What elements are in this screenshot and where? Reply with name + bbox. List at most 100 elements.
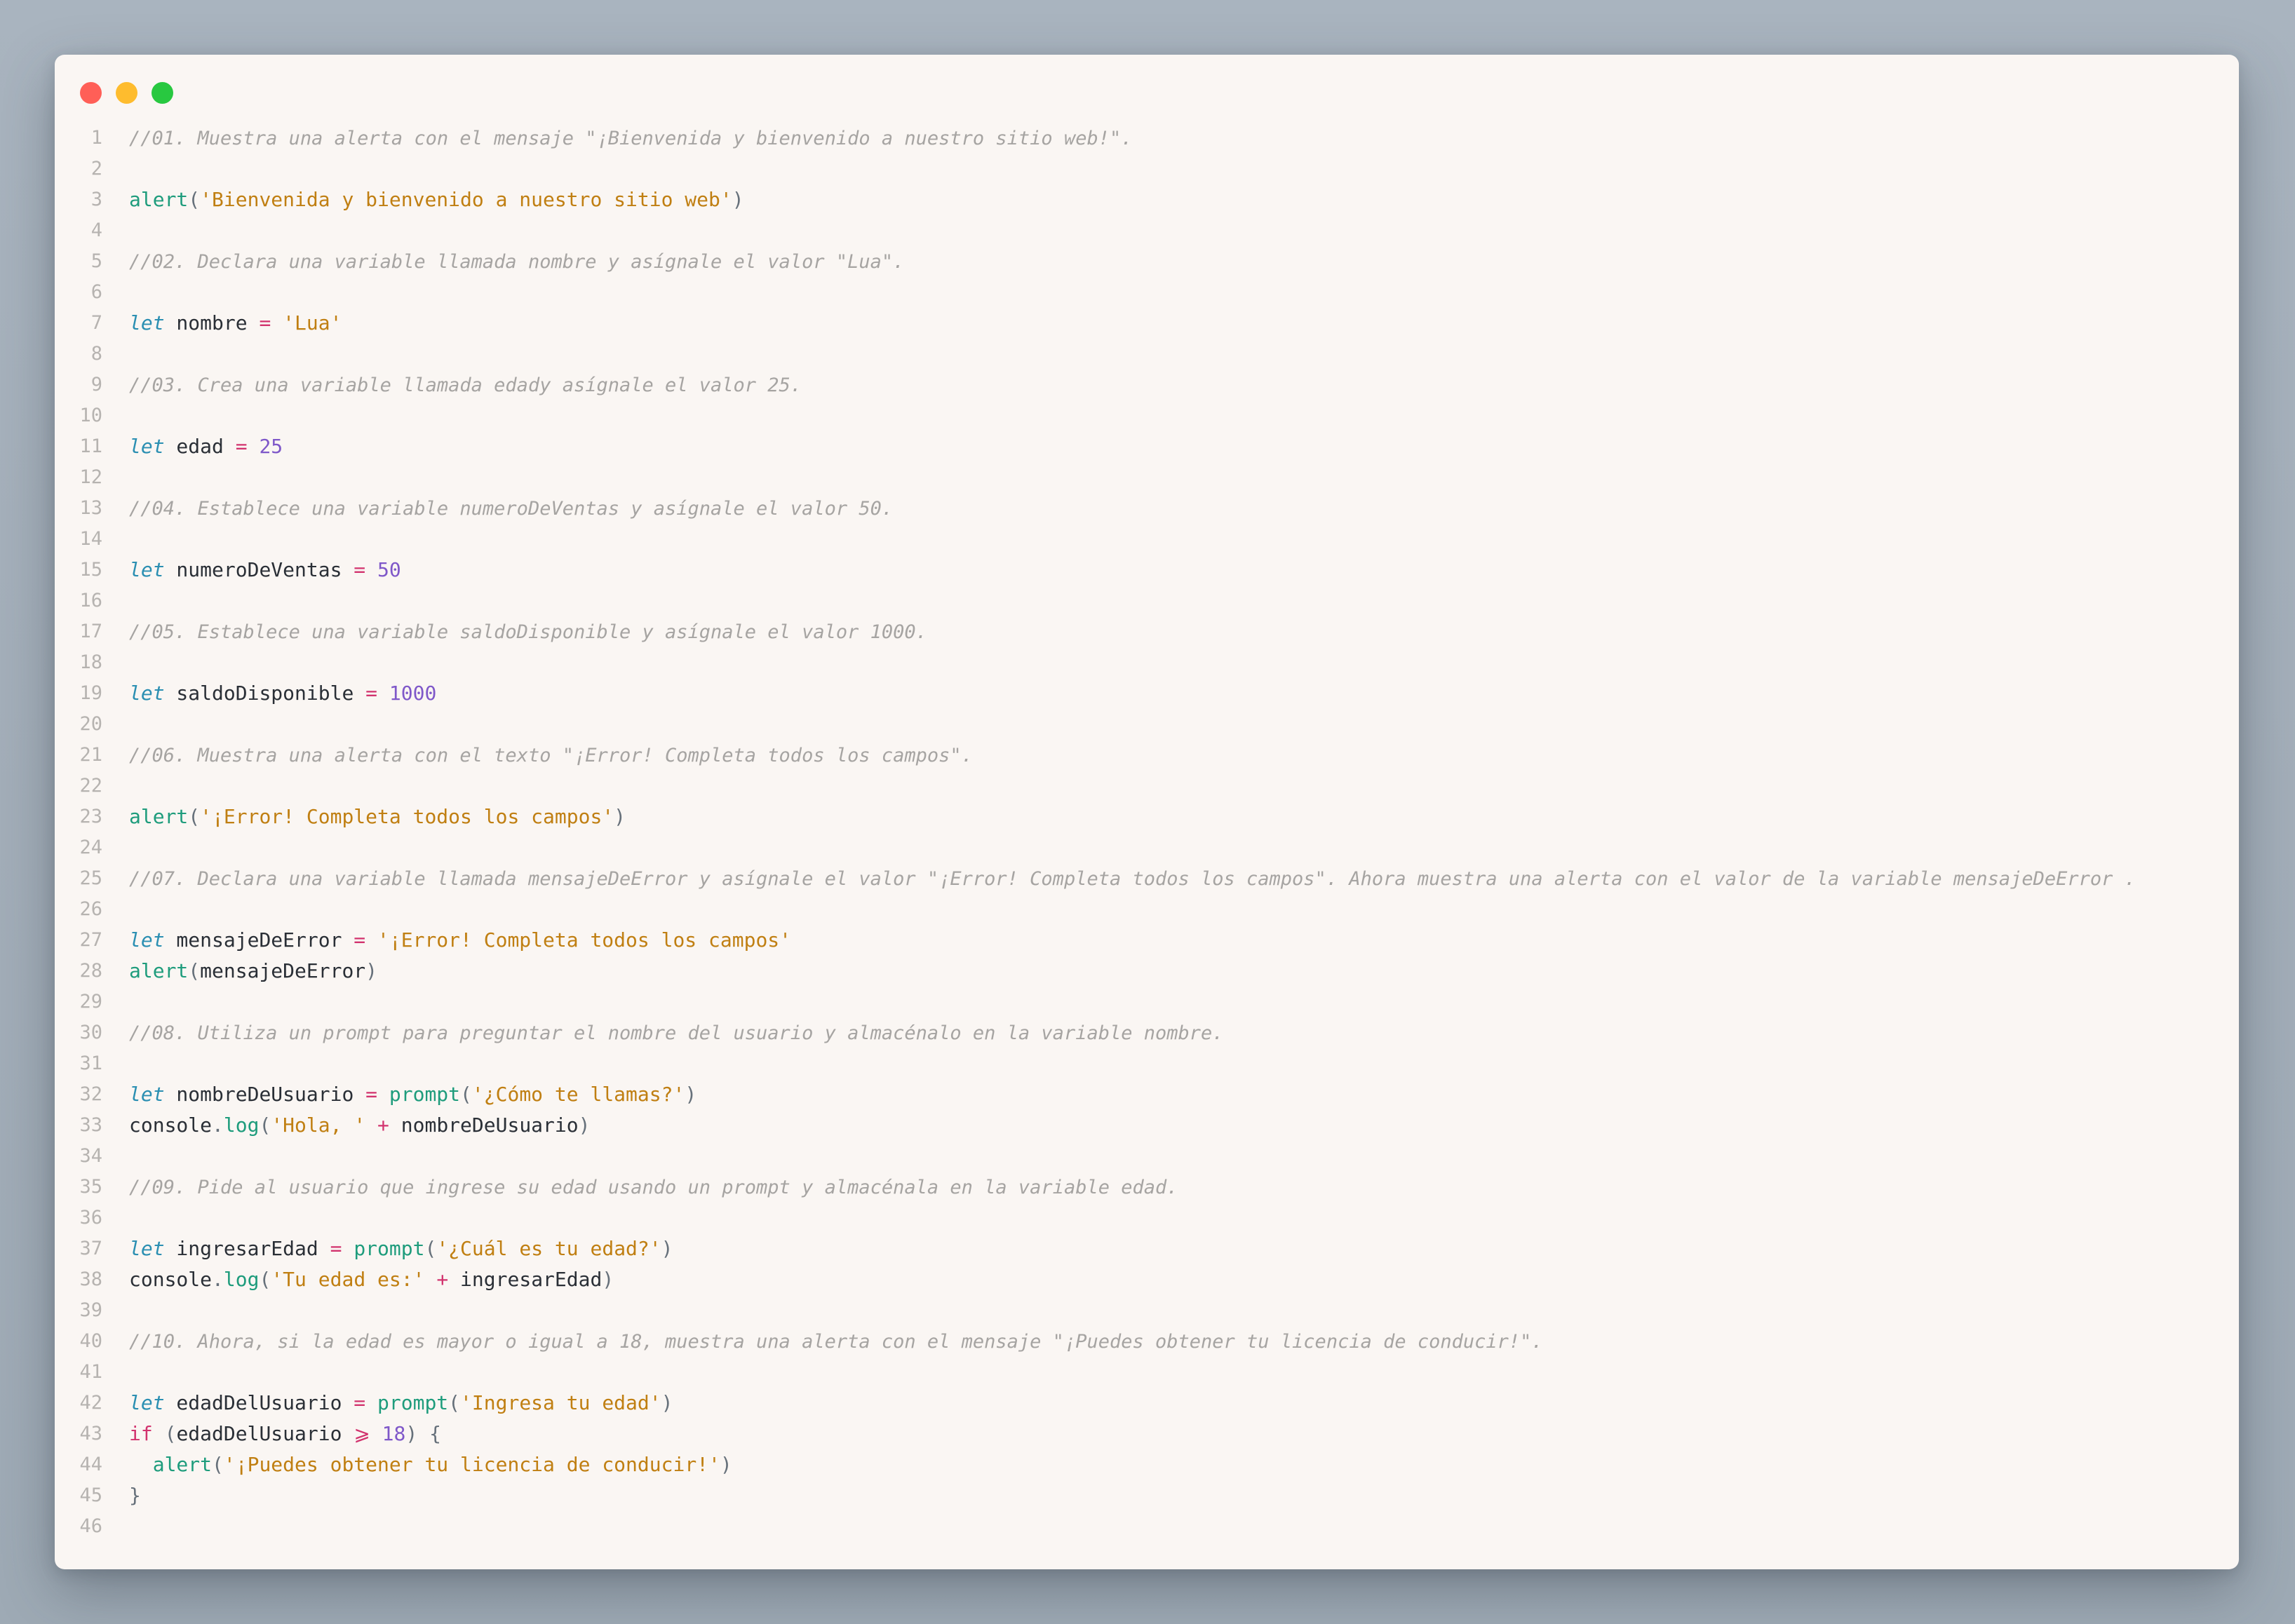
code-line[interactable]: 33 console.log('Hola, ' + nombreDeUsuario… [55,1109,2239,1140]
identifier-token: mensajeDeError [164,928,354,952]
code-line[interactable]: 36 [55,1202,2239,1233]
line-source: alert('¡Error! Completa todos los campos… [102,805,626,828]
line-number: 4 [90,219,102,241]
code-line[interactable]: 23 alert('¡Error! Completa todos los camp… [55,801,2239,832]
identifier-token: console [129,1113,213,1137]
identifier-token: edadDelUsuario [164,1390,354,1414]
identifier-token [377,1083,389,1106]
punctuation-token: ) [405,1421,418,1445]
number-token: 50 [377,557,401,581]
code-line[interactable]: 22 [55,770,2239,801]
code-line[interactable]: 43 if (edadDelUsuario ⩾ 18) { [55,1418,2239,1449]
line-number: 37 [79,1237,102,1259]
punctuation-token: ( [259,1113,271,1137]
number-token: 1000 [389,681,437,705]
code-line[interactable]: 45} [55,1480,2239,1510]
punctuation-token: . [212,1113,224,1137]
code-comment: //04. Establece una variable numeroDeVen… [129,497,894,520]
code-comment: //03. Crea una variable llamada edady as… [129,374,802,396]
code-line[interactable]: 1 //01. Muestra una alerta con el mensaje… [55,122,2239,153]
line-source: alert('¡Puedes obtener tu licencia de co… [102,1453,732,1476]
line-source: let nombre = 'Lua' [102,311,342,334]
code-line[interactable]: 35 //09. Pide al usuario que ingrese su e… [55,1171,2239,1202]
code-line[interactable]: 16 [55,585,2239,616]
code-line[interactable]: 27 let mensajeDeError = '¡Error! Completa… [55,924,2239,955]
line-number: 28 [79,959,102,982]
line-number: 35 [79,1175,102,1198]
code-line[interactable]: 30 //08. Utiliza un prompt para preguntar… [55,1017,2239,1048]
code-line[interactable]: 14 [55,523,2239,554]
line-number: 5 [90,250,102,272]
line-number: 44 [79,1453,102,1475]
punctuation-token: . [212,1267,224,1291]
keyword-token: let [129,1236,165,1260]
code-line[interactable]: 39 [55,1294,2239,1325]
line-source: console.log('Hola, ' + nombreDeUsuario) [102,1114,590,1137]
identifier-token [424,1268,436,1291]
line-number: 17 [79,620,102,642]
code-line[interactable]: 20 [55,708,2239,739]
code-line[interactable]: 25 //07. Declara una variable llamada men… [55,862,2239,893]
code-line[interactable]: 4 [55,215,2239,245]
code-line[interactable]: 46 [55,1510,2239,1541]
code-line[interactable]: 32 let nombreDeUsuario = prompt('¿Cómo te… [55,1078,2239,1109]
code-line[interactable]: 17 //05. Establece una variable saldoDisp… [55,616,2239,647]
line-number: 19 [79,682,102,704]
code-line[interactable]: 37 let ingresarEdad = prompt('¿Cuál es tu… [55,1233,2239,1264]
code-line[interactable]: 7 let nombre = 'Lua' [55,307,2239,338]
code-line[interactable]: 11 let edad = 25 [55,431,2239,461]
code-line[interactable]: 28 alert(mensajeDeError) [55,955,2239,986]
punctuation-token: ) [685,1082,697,1106]
line-number: 16 [79,589,102,611]
code-line[interactable]: 19 let saldoDisponible = 1000 [55,677,2239,708]
code-line[interactable]: 31 [55,1048,2239,1078]
code-line[interactable]: 44 alert('¡Puedes obtener tu licencia de… [55,1449,2239,1480]
code-line[interactable]: 42 let edadDelUsuario = prompt('Ingresa t… [55,1387,2239,1418]
line-source: console.log('Tu edad es:' + ingresarEdad… [102,1268,614,1291]
identifier-token [248,435,260,458]
string-token: 'Bienvenida y bienvenido a nuestro sitio… [200,187,732,211]
identifier-token: nombre [164,311,260,334]
identifier-token: ingresarEdad [448,1267,603,1291]
code-line[interactable]: 40 //10. Ahora, si la edad es mayor o igu… [55,1325,2239,1356]
punctuation-token: { [429,1421,441,1445]
punctuation-token: ) [661,1390,673,1414]
code-line[interactable]: 2 [55,153,2239,184]
line-number: 7 [90,311,102,334]
line-number: 2 [90,157,102,180]
code-line[interactable]: 15 let numeroDeVentas = 50 [55,554,2239,585]
line-source: if (edadDelUsuario ⩾ 18) { [102,1422,441,1445]
code-line[interactable]: 38 console.log('Tu edad es:' + ingresarEd… [55,1264,2239,1294]
code-line[interactable]: 24 [55,832,2239,862]
code-comment: //01. Muestra una alerta con el mensaje … [129,127,1133,149]
code-line[interactable]: 9 //03. Crea una variable llamada edady a… [55,369,2239,400]
code-editor[interactable]: 1 //01. Muestra una alerta con el mensaje… [55,122,2239,1541]
zoom-button[interactable] [152,82,173,104]
code-line[interactable]: 10 [55,400,2239,431]
code-line[interactable]: 41 [55,1356,2239,1387]
code-line[interactable]: 13 //04. Establece una variable numeroDeV… [55,492,2239,523]
identifier-token [129,1453,153,1476]
keyword-token: let [129,681,165,705]
code-line[interactable]: 34 [55,1140,2239,1171]
line-source: let mensajeDeError = '¡Error! Completa t… [102,928,791,952]
punctuation-token: ) [614,804,626,828]
code-line[interactable]: 26 [55,893,2239,924]
line-number: 18 [79,651,102,673]
code-line[interactable]: 3 alert('Bienvenida y bienvenido a nuestr… [55,184,2239,215]
code-line[interactable]: 12 [55,461,2239,492]
minimize-button[interactable] [116,82,137,104]
punctuation-token: ) [602,1267,614,1291]
code-comment: //08. Utiliza un prompt para preguntar e… [129,1022,1224,1044]
code-line[interactable]: 8 [55,338,2239,369]
code-line[interactable]: 6 [55,276,2239,307]
code-line[interactable]: 29 [55,986,2239,1017]
close-button[interactable] [80,82,102,104]
code-line[interactable]: 18 [55,647,2239,677]
code-line[interactable]: 21 //06. Muestra una alerta con el texto … [55,739,2239,770]
punctuation-token: ) [661,1236,673,1260]
identifier-token [365,928,377,952]
code-line[interactable]: 5 //02. Declara una variable llamada nomb… [55,245,2239,276]
function-token: alert [129,187,189,211]
function-token: alert [152,1452,213,1476]
